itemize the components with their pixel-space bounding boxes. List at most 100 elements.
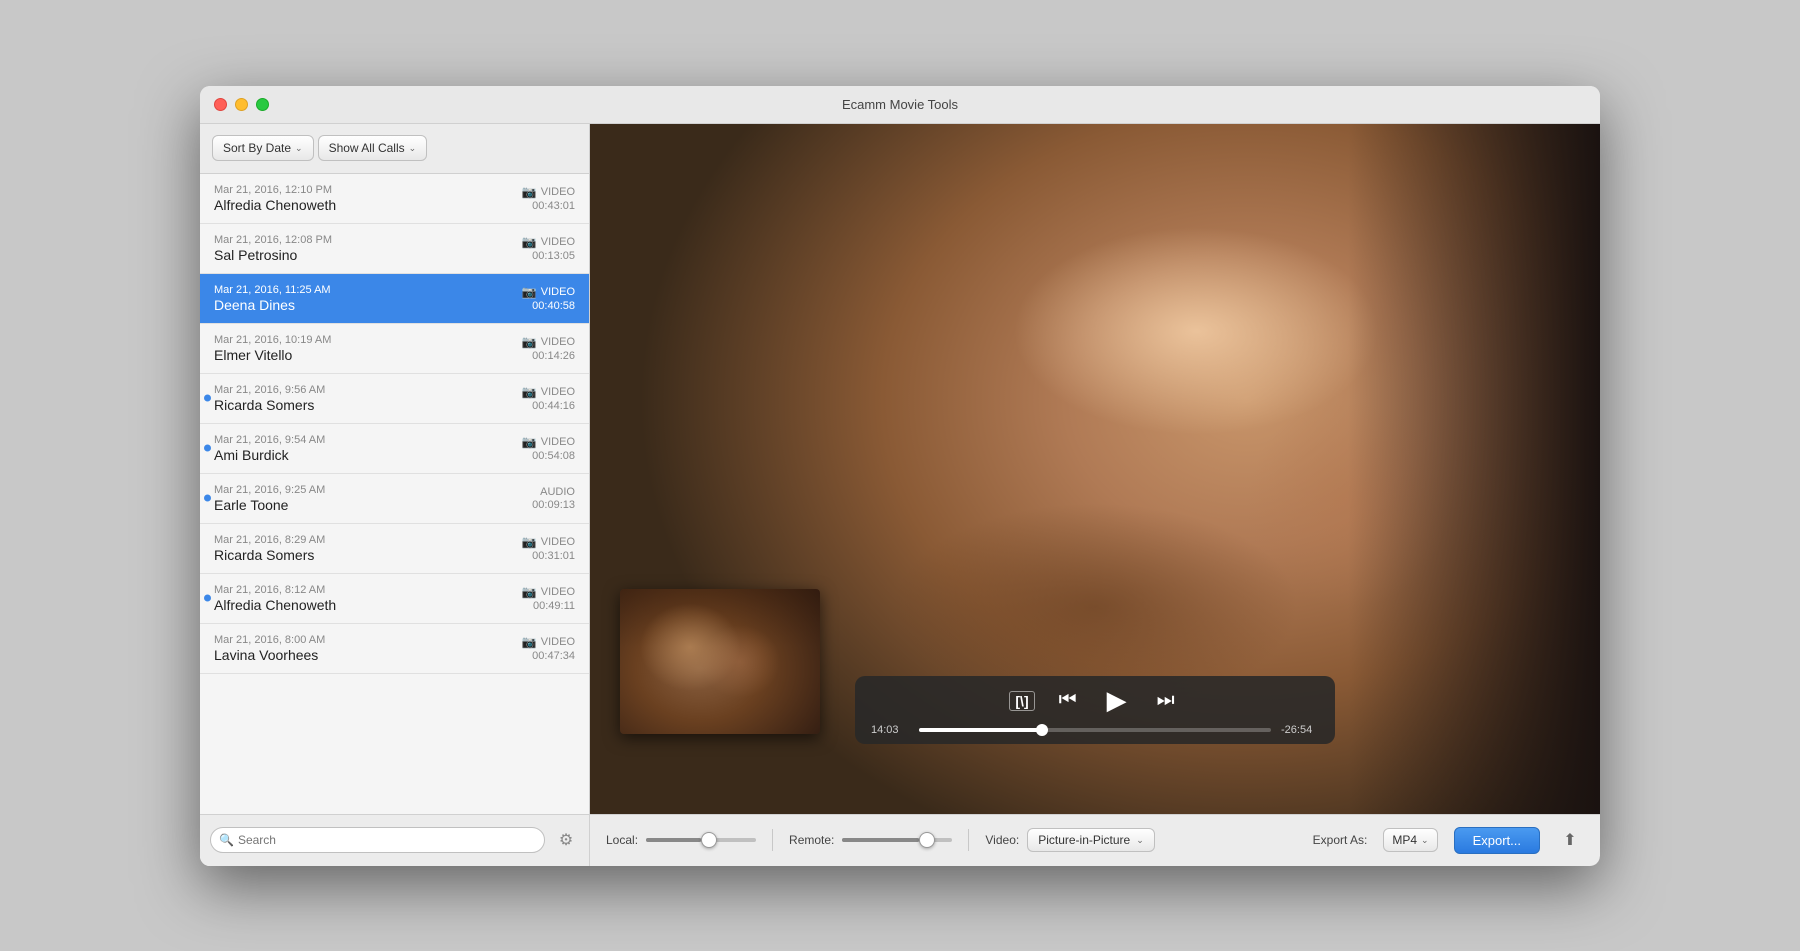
show-all-calls-button[interactable]: Show All Calls ⌄ [318,135,428,161]
sidebar-toolbar: Sort By Date ⌄ Show All Calls ⌄ [200,124,589,174]
sort-by-date-label: Sort By Date [223,141,291,155]
call-type-row: 📷 VIDEO [522,385,575,399]
call-date: Mar 21, 2016, 9:25 AM [214,484,528,496]
progress-thumb [1036,724,1048,736]
call-name: Alfredia Chenoweth [214,597,518,613]
video-cam-icon: 📷 [522,585,537,599]
remote-slider-fill [842,838,919,842]
divider-2 [968,829,969,851]
call-duration: 00:13:05 [532,250,575,262]
pip-container [620,589,820,734]
call-duration: 00:31:01 [532,550,575,562]
call-item[interactable]: Mar 21, 2016, 11:25 AM Deena Dines 📷 VID… [200,274,589,324]
mark-in-button[interactable]: [\] [1009,691,1034,711]
call-meta: 📷 VIDEO 00:13:05 [522,235,575,262]
call-type-row: 📷 VIDEO [522,435,575,449]
video-dark-overlay [1348,124,1601,814]
progress-track[interactable] [919,728,1271,732]
call-duration: 00:09:13 [532,499,575,511]
call-item[interactable]: Mar 21, 2016, 9:56 AM Ricarda Somers 📷 V… [200,374,589,424]
local-slider-fill [646,838,701,842]
call-type-row: 📷 VIDEO [522,635,575,649]
video-dropdown-chevron: ⌄ [1136,835,1144,846]
call-item[interactable]: Mar 21, 2016, 9:54 AM Ami Burdick 📷 VIDE… [200,424,589,474]
format-dropdown[interactable]: MP4 ⌄ [1383,828,1437,852]
video-mode-dropdown[interactable]: Picture-in-Picture ⌄ [1027,828,1155,852]
play-button[interactable]: ▶ [1101,683,1133,718]
call-item[interactable]: Mar 21, 2016, 8:00 AM Lavina Voorhees 📷 … [200,624,589,674]
call-date: Mar 21, 2016, 8:29 AM [214,534,518,546]
progress-fill [919,728,1042,732]
call-date: Mar 21, 2016, 12:10 PM [214,184,518,196]
video-cam-icon: 📷 [522,435,537,449]
divider-1 [772,829,773,851]
call-date: Mar 21, 2016, 10:19 AM [214,334,518,346]
call-meta: AUDIO 00:09:13 [532,486,575,511]
call-item[interactable]: Mar 21, 2016, 9:25 AM Earle Toone AUDIO … [200,474,589,524]
calls-list: Mar 21, 2016, 12:10 PM Alfredia Chenowet… [200,174,589,814]
call-name: Elmer Vitello [214,347,518,363]
call-type: VIDEO [541,186,575,198]
video-cam-icon: 📷 [522,385,537,399]
call-meta: 📷 VIDEO 00:14:26 [522,335,575,362]
call-type-row: 📷 VIDEO [522,235,575,249]
call-info: Mar 21, 2016, 12:08 PM Sal Petrosino [214,234,518,263]
show-all-calls-label: Show All Calls [329,141,405,155]
call-type: AUDIO [540,486,575,498]
settings-button[interactable]: ⚙ [553,827,579,853]
call-date: Mar 21, 2016, 11:25 AM [214,284,518,296]
call-item[interactable]: Mar 21, 2016, 12:10 PM Alfredia Chenowet… [200,174,589,224]
video-cam-icon: 📷 [522,335,537,349]
call-item[interactable]: Mar 21, 2016, 8:12 AM Alfredia Chenoweth… [200,574,589,624]
call-type-row: 📷 VIDEO [522,535,575,549]
call-info: Mar 21, 2016, 8:29 AM Ricarda Somers [214,534,518,563]
call-date: Mar 21, 2016, 9:54 AM [214,434,518,446]
call-name: Earle Toone [214,497,528,513]
window-title: Ecamm Movie Tools [842,97,958,112]
call-duration: 00:43:01 [532,200,575,212]
playback-bar: [\] ⏮ ▶ ⏭ 14:03 -26:54 [855,676,1335,744]
local-volume-slider[interactable] [646,830,756,850]
video-mode-group: Video: Picture-in-Picture ⌄ [985,828,1154,852]
sort-by-date-button[interactable]: Sort By Date ⌄ [212,135,314,161]
fast-forward-button[interactable]: ⏭ [1151,687,1181,714]
close-button[interactable] [214,98,227,111]
call-info: Mar 21, 2016, 11:25 AM Deena Dines [214,284,518,313]
call-meta: 📷 VIDEO 00:44:16 [522,385,575,412]
call-info: Mar 21, 2016, 9:56 AM Ricarda Somers [214,384,518,413]
call-duration: 00:44:16 [532,400,575,412]
call-info: Mar 21, 2016, 8:12 AM Alfredia Chenoweth [214,584,518,613]
video-cam-icon: 📷 [522,235,537,249]
call-info: Mar 21, 2016, 9:25 AM Earle Toone [214,484,528,513]
share-button[interactable]: ⬆ [1556,826,1584,854]
call-duration: 00:14:26 [532,350,575,362]
remote-volume-group: Remote: [789,830,952,850]
call-type-row: AUDIO [540,486,575,498]
unread-dot [204,395,211,402]
call-name: Ricarda Somers [214,397,518,413]
remote-volume-slider[interactable] [842,830,952,850]
call-type-row: 📷 VIDEO [522,185,575,199]
export-as-label: Export As: [1313,833,1368,847]
call-type: VIDEO [541,636,575,648]
remote-slider-track [842,838,952,842]
rewind-button[interactable]: ⏮ [1053,687,1083,714]
call-item[interactable]: Mar 21, 2016, 12:08 PM Sal Petrosino 📷 V… [200,224,589,274]
call-type: VIDEO [541,236,575,248]
call-meta: 📷 VIDEO 00:54:08 [522,435,575,462]
maximize-button[interactable] [256,98,269,111]
call-item[interactable]: Mar 21, 2016, 10:19 AM Elmer Vitello 📷 V… [200,324,589,374]
call-meta: 📷 VIDEO 00:43:01 [522,185,575,212]
video-cam-icon: 📷 [522,285,537,299]
minimize-button[interactable] [235,98,248,111]
export-button[interactable]: Export... [1454,827,1540,854]
call-name: Deena Dines [214,297,518,313]
search-input[interactable] [238,833,536,847]
traffic-lights [214,98,269,111]
remote-slider-thumb [919,832,935,848]
video-cam-icon: 📷 [522,185,537,199]
pip-detail [620,589,820,734]
call-item[interactable]: Mar 21, 2016, 8:29 AM Ricarda Somers 📷 V… [200,524,589,574]
call-type: VIDEO [541,536,575,548]
titlebar: Ecamm Movie Tools [200,86,1600,124]
